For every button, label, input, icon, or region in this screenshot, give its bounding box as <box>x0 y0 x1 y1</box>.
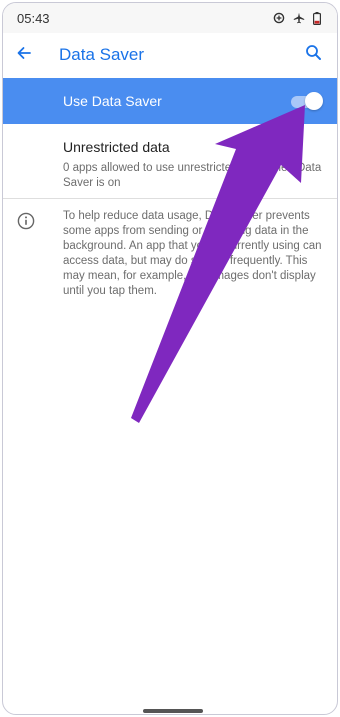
airplane-mode-icon <box>293 12 305 24</box>
status-bar: 05:43 <box>3 3 337 33</box>
info-text: To help reduce data usage, Data Saver pr… <box>63 210 322 297</box>
app-bar: Data Saver <box>3 33 337 77</box>
divider <box>3 198 337 199</box>
page-title: Data Saver <box>59 45 145 64</box>
arrow-back-icon <box>15 44 33 67</box>
phone-screen: 05:43 Data Saver Use Data Saver Unrestri… <box>2 2 338 715</box>
info-icon <box>17 212 35 235</box>
unrestricted-data-item[interactable]: Unrestricted data 0 apps allowed to use … <box>3 124 337 189</box>
status-icons <box>273 11 321 25</box>
status-time: 05:43 <box>17 10 50 26</box>
data-saver-icon <box>273 12 285 24</box>
back-button[interactable] <box>3 34 45 76</box>
gesture-nav-handle[interactable] <box>143 709 203 713</box>
unrestricted-data-title: Unrestricted data <box>63 139 170 155</box>
info-footer: To help reduce data usage, Data Saver pr… <box>3 209 337 299</box>
battery-icon <box>313 11 321 25</box>
unrestricted-data-summary: 0 apps allowed to use unrestricted data … <box>63 162 322 189</box>
switch-thumb <box>305 92 323 110</box>
use-data-saver-label: Use Data Saver <box>63 93 162 109</box>
search-button[interactable] <box>295 37 331 73</box>
search-icon <box>305 44 322 66</box>
use-data-saver-row[interactable]: Use Data Saver <box>3 78 337 124</box>
data-saver-switch[interactable] <box>289 91 323 111</box>
